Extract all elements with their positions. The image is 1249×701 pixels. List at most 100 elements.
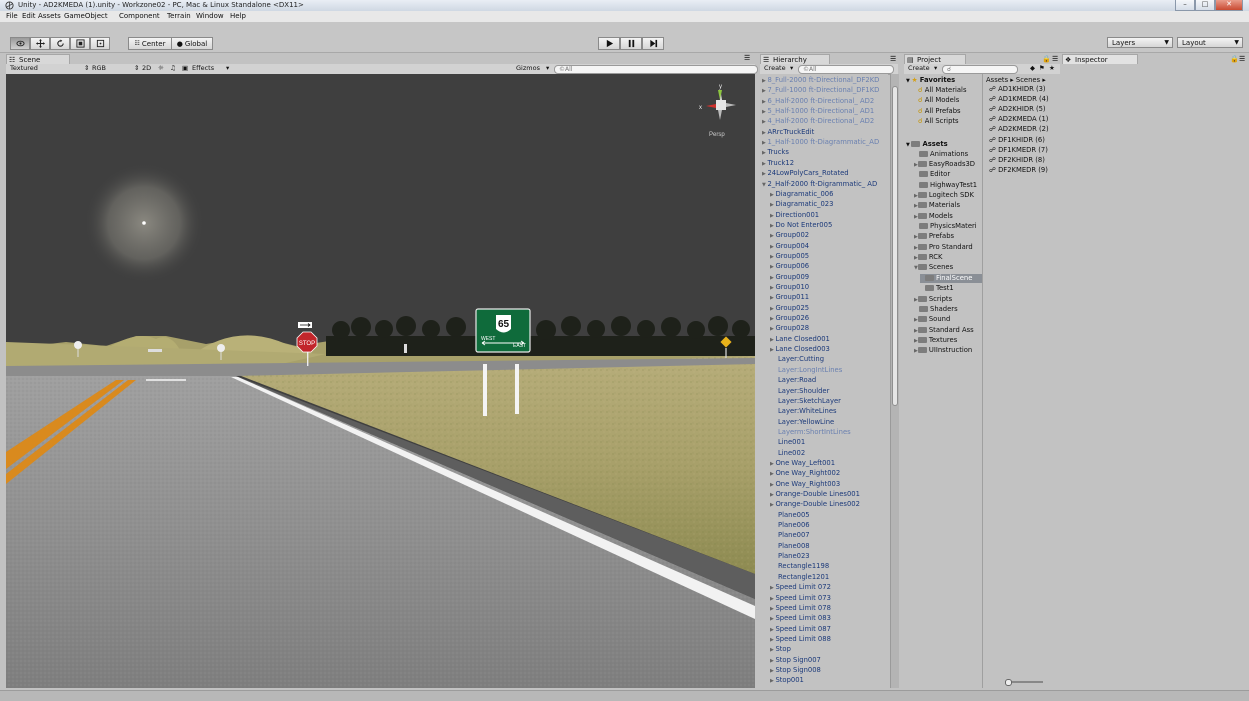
audio-toggle-icon[interactable]: ♫ [170, 65, 176, 72]
play-button[interactable] [598, 37, 620, 50]
favorite-item[interactable]: ☌ All Models [918, 96, 959, 105]
hierarchy-item[interactable]: ▶ Speed Limit 078 [770, 604, 831, 612]
filter-type-icon[interactable]: ◆ [1030, 65, 1035, 72]
hierarchy-item[interactable]: ▶ One Way_Right002 [770, 469, 840, 477]
layers-dropdown[interactable]: Layers ▼ [1107, 37, 1173, 48]
hierarchy-item[interactable]: ▶ ARrcTruckEdit [762, 128, 814, 136]
hierarchy-item[interactable]: Plane005 [770, 511, 810, 519]
scene-viewport[interactable]: STOP 65 WEST EAST y x Persp [6, 74, 755, 688]
menu-edit[interactable]: Edit [22, 12, 36, 20]
hierarchy-item[interactable]: ▶ Stop Sign008 [770, 666, 821, 674]
scene-search-input[interactable]: ©All [554, 65, 758, 74]
scene-file[interactable]: ☍ AD1KMEDR (4) [989, 95, 1049, 104]
hierarchy-item[interactable]: Layer:WhiteLines [770, 407, 837, 415]
breadcrumb-assets[interactable]: Assets [986, 76, 1008, 84]
hierarchy-item[interactable]: ▶ Group010 [770, 283, 809, 291]
menu-file[interactable]: File [6, 12, 18, 20]
asset-folder[interactable]: ▶ EasyRoads3D [914, 160, 975, 169]
hierarchy-item[interactable]: ▶ Orange-Double Lines002 [770, 500, 860, 508]
pivot-global-toggle[interactable]: ● Global [171, 37, 213, 50]
menu-component[interactable]: Component [119, 12, 160, 20]
asset-folder[interactable]: ▶ Models [914, 212, 953, 221]
hierarchy-item[interactable]: ▶ Trucks [762, 148, 789, 156]
hierarchy-item[interactable]: ▶ Speed Limit 072 [770, 583, 831, 591]
hierarchy-item[interactable]: ▶ Group026 [770, 314, 809, 322]
menu-assets[interactable]: Assets [38, 12, 61, 20]
hierarchy-item[interactable]: ▶ Direction001 [770, 211, 819, 219]
favorite-item[interactable]: ☌ All Prefabs [918, 107, 961, 116]
hand-tool-button[interactable] [10, 37, 30, 50]
hierarchy-item[interactable]: Layer:YellowLine [770, 418, 834, 426]
asset-folder[interactable]: ▶ Sound [914, 315, 950, 324]
step-button[interactable] [642, 37, 664, 50]
hierarchy-scroll-thumb[interactable] [892, 86, 898, 406]
hierarchy-item[interactable]: Rectangle1201 [770, 573, 829, 581]
hierarchy-panel-menu-icon[interactable]: ☰ [890, 55, 896, 63]
close-button[interactable]: ✕ [1215, 0, 1243, 11]
scene-panel-menu-icon[interactable]: ☰ [744, 54, 750, 62]
hierarchy-item[interactable]: ▶ Speed Limit 087 [770, 625, 831, 633]
hierarchy-item[interactable]: Layer:Cutting [770, 355, 824, 363]
hierarchy-item[interactable]: ▶ 1_Half-1000 ft-Diagrammatic_AD [762, 138, 879, 146]
scene-file[interactable]: ☍ AD2KMEDR (2) [989, 125, 1049, 134]
hierarchy-item[interactable]: ▼ 2_Half-2000 ft-Digrammatic_ AD [762, 180, 877, 188]
breadcrumb-scenes[interactable]: Scenes [1016, 76, 1040, 84]
project-lock-icon[interactable]: 🔒 [1042, 55, 1051, 63]
filter-label-icon[interactable]: ⚑ [1039, 65, 1045, 72]
mode-2d-toggle[interactable]: 2D [142, 65, 151, 72]
layout-dropdown[interactable]: Layout ▼ [1177, 37, 1243, 48]
asset-folder[interactable]: ▶ Standard Ass [914, 326, 974, 335]
asset-folder[interactable]: ▶ Prefabs [914, 232, 954, 241]
hierarchy-item[interactable]: ▶ Orange-Double Lines001 [770, 490, 860, 498]
hierarchy-item[interactable]: ▶ Diagramatic_006 [770, 190, 833, 198]
hierarchy-item[interactable]: ▶ One Way_Left001 [770, 459, 835, 467]
asset-folder[interactable]: ▶ Pro Standard [914, 243, 973, 252]
scale-tool-button[interactable] [70, 37, 90, 50]
lighting-toggle-icon[interactable]: ☼ [158, 65, 164, 72]
scene-file[interactable]: ☍ DF1KMEDR (7) [989, 146, 1048, 155]
tab-inspector[interactable]: ❖ Inspector [1062, 54, 1138, 64]
maximize-button[interactable]: □ [1195, 0, 1215, 11]
hierarchy-item[interactable]: ▶ 6_Half-2000 ft-Directional_ AD2 [762, 97, 874, 105]
asset-folder[interactable]: ▶ Logitech SDK [914, 191, 974, 200]
project-create-dropdown[interactable]: Create [908, 65, 930, 72]
pivot-center-toggle[interactable]: ☷ Center [128, 37, 172, 50]
hierarchy-item[interactable]: ▶ Do Not Enter005 [770, 221, 832, 229]
asset-folder[interactable]: PhysicsMateri [914, 222, 977, 231]
hierarchy-item[interactable]: ▶ Speed Limit 083 [770, 614, 831, 622]
hierarchy-item[interactable]: ▶ Stop001 [770, 676, 804, 684]
scene-file[interactable]: ☍ AD2KHIDR (5) [989, 105, 1046, 114]
hierarchy-item[interactable]: ▶ 4_Half-2000 ft-Directional_ AD2 [762, 117, 874, 125]
hierarchy-item[interactable]: ▶ Stop [770, 645, 791, 653]
rect-tool-button[interactable] [90, 37, 110, 50]
hierarchy-create-dropdown[interactable]: Create [764, 65, 786, 72]
icon-size-slider-thumb[interactable] [1005, 679, 1012, 686]
scene-file[interactable]: ☍ DF1KHIDR (6) [989, 136, 1045, 145]
hierarchy-item[interactable]: Layerm:ShortIntLines [770, 428, 851, 436]
hierarchy-item[interactable]: Plane007 [770, 531, 810, 539]
menu-gameobject[interactable]: GameObject [64, 12, 108, 20]
scene-file[interactable]: ☍ AD2KMEDA (1) [989, 115, 1048, 124]
hierarchy-item[interactable]: Layer:LongIntLines [770, 366, 842, 374]
hierarchy-item[interactable]: Layer:SketchLayer [770, 397, 841, 405]
hierarchy-item[interactable]: ▶ 7_Full-1000 ft-Directional_DF1KD [762, 86, 879, 94]
asset-folder[interactable]: Test1 [920, 284, 954, 293]
hierarchy-item[interactable]: ▶ Group025 [770, 304, 809, 312]
hierarchy-item[interactable]: ▶ Group028 [770, 324, 809, 332]
hierarchy-item[interactable]: Line001 [770, 438, 805, 446]
favorite-item[interactable]: ☌ All Materials [918, 86, 967, 95]
tab-hierarchy[interactable]: ☰ Hierarchy [760, 54, 830, 64]
asset-folder[interactable]: Editor [914, 170, 950, 179]
inspector-panel-menu-icon[interactable]: ☰ [1239, 55, 1245, 63]
hierarchy-item[interactable]: Line002 [770, 449, 805, 457]
asset-folder[interactable]: Shaders [914, 305, 958, 314]
scene-file[interactable]: ☍ AD1KHIDR (3) [989, 85, 1046, 94]
menu-terrain[interactable]: Terrain [167, 12, 191, 20]
hierarchy-item[interactable]: ▶ Speed Limit 088 [770, 635, 831, 643]
favorites-header[interactable]: ▼ ★ Favorites [906, 76, 955, 85]
hierarchy-scrollbar[interactable] [890, 74, 899, 688]
hierarchy-item[interactable]: ▶ Speed Limit 073 [770, 594, 831, 602]
move-tool-button[interactable] [30, 37, 50, 50]
hierarchy-item[interactable]: ▶ Lane Closed001 [770, 335, 830, 343]
asset-folder[interactable]: HighwayTest1 [914, 181, 977, 190]
